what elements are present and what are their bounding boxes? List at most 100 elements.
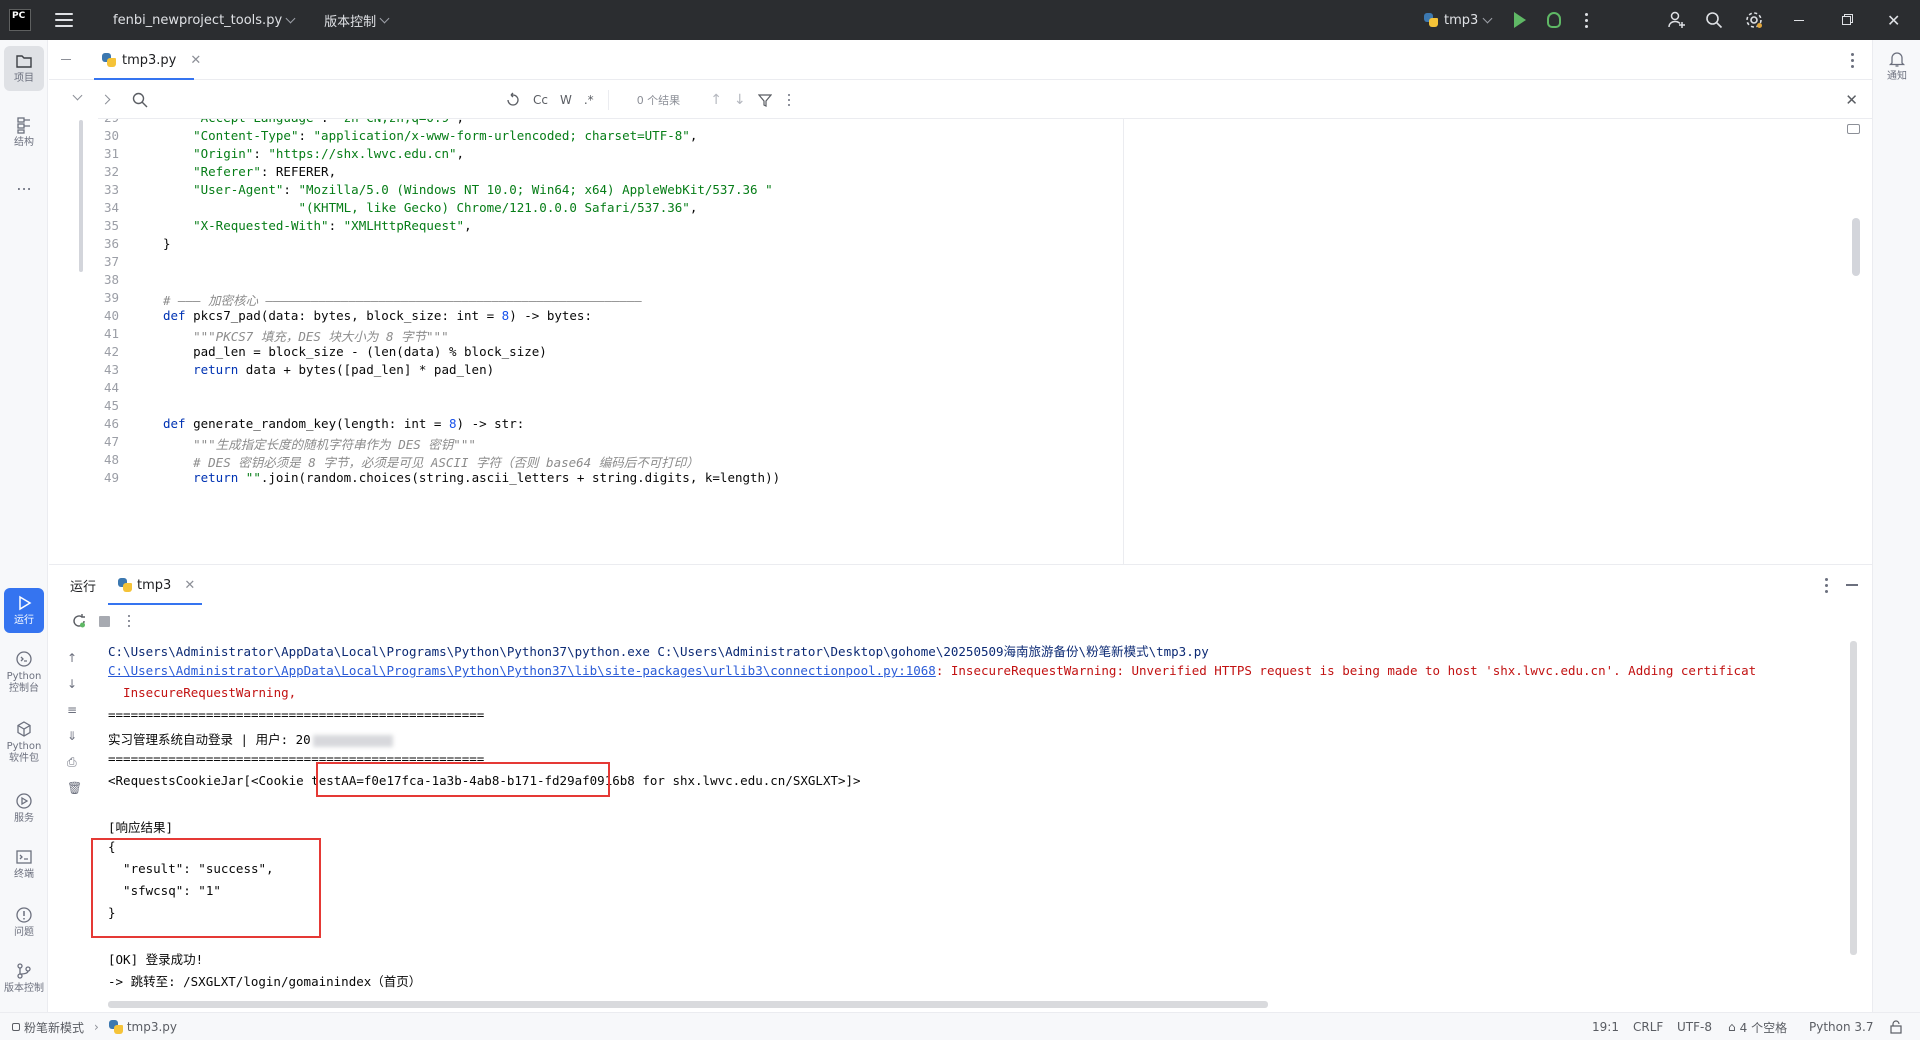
console-horizontal-scrollbar[interactable]	[108, 1001, 1268, 1008]
stop-icon[interactable]	[99, 615, 110, 627]
soft-wrap-icon[interactable]: ≡	[67, 703, 77, 717]
console-output[interactable]: C:\Users\Administrator\AppData\Local\Pro…	[108, 641, 1808, 1001]
tool-python-packages-label: Python 软件包	[6, 741, 42, 764]
run-tab-tmp3[interactable]: tmp3 ✕	[108, 565, 203, 605]
console-vertical-scrollbar[interactable]	[1850, 641, 1857, 955]
console-warning-line2: InsecureRequestWarning,	[108, 685, 297, 700]
history-icon[interactable]	[505, 92, 521, 108]
pycharm-logo-icon[interactable]: PC	[9, 9, 31, 31]
search-icon[interactable]	[131, 91, 149, 109]
regex-toggle[interactable]: .*	[584, 93, 594, 107]
close-find-icon[interactable]: ✕	[1845, 91, 1858, 109]
tool-more[interactable]: ...	[4, 175, 44, 194]
breadcrumb-root[interactable]: 粉笔新模式	[24, 1019, 84, 1036]
caret-position[interactable]: 19:1	[1592, 1013, 1619, 1041]
code-editor[interactable]: 29 30 31 32 33 34 35 36 37 38 39 40 41 42 43 44 45 46 47 48…	[49, 119, 1123, 564]
tool-python-console[interactable]: Python 控制台	[4, 650, 44, 694]
run-config-selector[interactable]: tmp3	[1424, 0, 1493, 40]
python-interpreter[interactable]: Python 3.7	[1809, 1013, 1874, 1041]
tool-terminal[interactable]: 终端	[4, 848, 44, 881]
arrow-up-icon[interactable]: ↑	[710, 92, 722, 108]
redacted-username	[312, 734, 393, 747]
indent-setting[interactable]: ⌂ 4 个空格	[1728, 1013, 1787, 1041]
tool-structure[interactable]: 结构	[4, 116, 44, 149]
search-everywhere-button[interactable]	[1705, 0, 1723, 40]
debug-button[interactable]	[1547, 0, 1561, 40]
chevron-right-icon[interactable]	[100, 94, 111, 105]
close-run-tab-icon[interactable]: ✕	[184, 578, 195, 593]
line-number: 45	[103, 398, 119, 413]
match-case-toggle[interactable]: Cc	[533, 93, 548, 107]
print-icon[interactable]: ⎙	[67, 755, 77, 770]
find-options-icon[interactable]	[787, 93, 790, 106]
run-panel-header: 运行 tmp3 ✕	[49, 565, 1872, 605]
active-tab-indicator	[94, 78, 194, 80]
tool-project[interactable]: 项目	[4, 46, 44, 91]
project-selector[interactable]: fenbi_newproject_tools.py	[113, 12, 296, 28]
code-line: "X-Requested-With": "XMLHttpRequest",	[193, 218, 472, 233]
run-toolbar-more-icon[interactable]	[128, 615, 130, 627]
rerun-icon[interactable]	[71, 613, 87, 629]
tool-problems[interactable]: 问题	[4, 906, 44, 939]
chevron-down-icon	[1482, 13, 1493, 23]
reader-mode-icon[interactable]	[1847, 124, 1860, 134]
breadcrumb-separator-icon: ›	[94, 1020, 99, 1034]
whole-word-toggle[interactable]: W	[560, 93, 572, 107]
tab-options-icon[interactable]	[1851, 53, 1854, 68]
find-input[interactable]	[155, 92, 485, 107]
filter-icon[interactable]	[757, 93, 772, 107]
tool-terminal-label: 终端	[14, 869, 34, 880]
code-line: "Referer": REFERER,	[193, 164, 337, 179]
run-button[interactable]	[1514, 0, 1526, 40]
line-number: 30	[103, 128, 119, 143]
vcs-menu[interactable]: 版本控制	[324, 11, 390, 30]
tool-notifications-label: 通知	[1887, 71, 1907, 82]
bell-icon	[1888, 52, 1906, 67]
title-bar: PC fenbi_newproject_tools.py 版本控制 tmp3 ✕	[0, 0, 1920, 40]
restore-button[interactable]	[1842, 0, 1851, 40]
scroll-to-end-icon[interactable]: ⇓	[67, 729, 77, 743]
run-panel-options-icon[interactable]	[1825, 578, 1828, 593]
code-line: # ——— 加密核心 —————————————————————————————…	[163, 293, 642, 308]
editor-tab-tmp3[interactable]: tmp3.py ✕	[102, 40, 201, 80]
tool-run[interactable]: 运行	[4, 588, 44, 633]
tool-vcs[interactable]: 版本控制	[4, 962, 44, 995]
close-tab-icon[interactable]: ✕	[190, 53, 201, 68]
tool-services[interactable]: 服务	[4, 792, 44, 825]
code-line: return data + bytes([pad_len] * pad_len)	[193, 362, 495, 377]
tool-notifications[interactable]: 通知	[1877, 50, 1917, 83]
warning-circle-icon	[16, 907, 32, 923]
line-number: 44	[103, 380, 119, 395]
line-number: 35	[103, 218, 119, 233]
chevron-down-icon[interactable]	[72, 90, 83, 101]
arrow-up-icon[interactable]: ↑	[67, 651, 77, 665]
collapse-icon[interactable]	[61, 59, 71, 60]
trash-icon[interactable]: 🗑	[67, 781, 82, 795]
line-number: 34	[103, 200, 119, 215]
line-separator[interactable]: CRLF	[1633, 1013, 1663, 1041]
arrow-down-icon[interactable]: ↓	[734, 92, 746, 108]
bug-icon	[1547, 12, 1561, 28]
run-side-toolbar: ↑ ↓ ≡ ⇓ ⎙ 🗑	[49, 637, 89, 977]
add-user-button[interactable]	[1667, 0, 1687, 40]
readonly-toggle[interactable]	[1890, 1013, 1902, 1041]
line-number: 39	[103, 290, 119, 305]
breadcrumb-file[interactable]: tmp3.py	[127, 1020, 177, 1034]
tool-python-packages[interactable]: Python 软件包	[4, 720, 44, 764]
minimize-button[interactable]	[1794, 0, 1804, 40]
close-window-button[interactable]: ✕	[1887, 0, 1900, 40]
console-response-title: [响应结果]	[108, 820, 174, 835]
hide-panel-icon[interactable]	[1846, 584, 1858, 586]
console-warning-link[interactable]: C:\Users\Administrator\AppData\Local\Pro…	[108, 663, 936, 678]
project-name: fenbi_newproject_tools.py	[113, 12, 283, 28]
code-line: pad_len = block_size - (len(data) % bloc…	[163, 344, 547, 359]
file-encoding[interactable]: UTF-8	[1677, 1013, 1712, 1041]
restore-icon	[1842, 15, 1851, 25]
arrow-down-icon[interactable]: ↓	[67, 677, 77, 691]
settings-button[interactable]	[1744, 0, 1764, 40]
run-panel-title: 运行	[70, 579, 97, 595]
more-actions-button[interactable]	[1585, 0, 1588, 40]
main-menu-icon[interactable]	[55, 13, 73, 27]
editor-scrollbar[interactable]	[1852, 218, 1860, 276]
run-config-name: tmp3	[1444, 12, 1479, 28]
